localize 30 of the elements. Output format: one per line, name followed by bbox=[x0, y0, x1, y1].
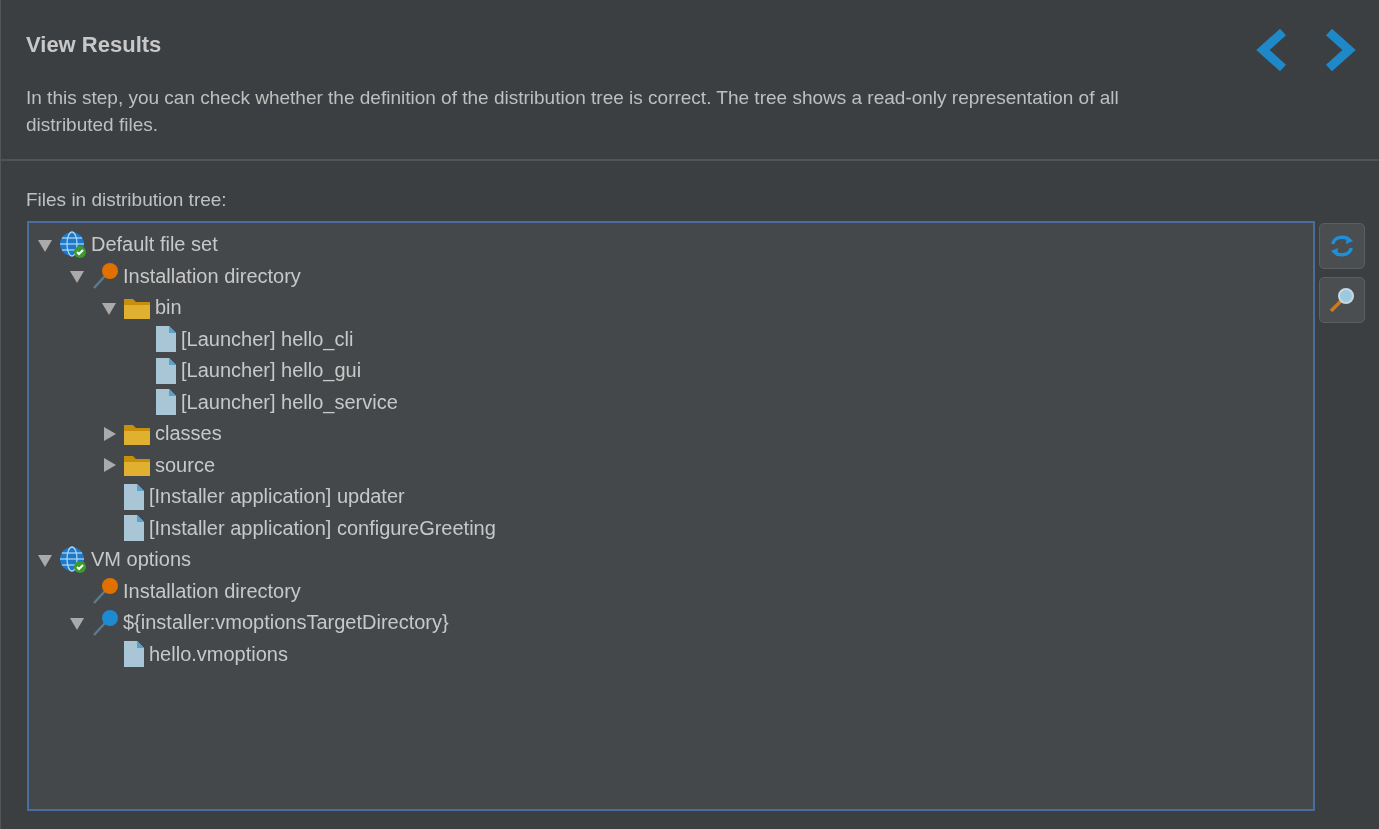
globe-icon bbox=[59, 545, 87, 574]
tree-item-label[interactable]: bin bbox=[155, 296, 182, 320]
tree-item-label[interactable]: ${installer:vmoptionsTargetDirectory} bbox=[123, 611, 449, 635]
description-text: In this step, you can check whether the definition of the distribution tree is correct. The tree shows a read-only representation of all distributed files. bbox=[26, 86, 1120, 137]
tree-item-label[interactable]: [Launcher] hello_service bbox=[181, 390, 398, 414]
tree-item-label[interactable]: [Installer application] configureGreeting bbox=[149, 516, 496, 540]
tree-item-label[interactable]: [Installer application] updater bbox=[149, 485, 405, 509]
tree-item-label[interactable]: Installation directory bbox=[123, 264, 301, 288]
file-icon bbox=[123, 514, 145, 543]
file-icon bbox=[155, 388, 177, 417]
file-icon bbox=[123, 482, 145, 511]
search-icon bbox=[1328, 286, 1356, 314]
tree-item-label[interactable]: Installation directory bbox=[123, 579, 301, 603]
tree-item-label[interactable]: classes bbox=[155, 422, 222, 446]
tree-item-label[interactable]: Default file set bbox=[91, 233, 218, 257]
folder-icon bbox=[123, 453, 151, 478]
globe-icon bbox=[59, 230, 87, 259]
page-title: View Results bbox=[26, 32, 163, 58]
file-icon bbox=[123, 640, 145, 669]
tree-item-label[interactable]: source bbox=[155, 453, 216, 477]
tree-item-label[interactable]: hello.vmoptions bbox=[149, 642, 288, 666]
file-icon bbox=[155, 356, 177, 385]
refresh-icon bbox=[1328, 234, 1356, 258]
refresh-button[interactable] bbox=[1319, 223, 1365, 269]
tree-item-label[interactable]: [Launcher] hello_gui bbox=[181, 359, 362, 383]
search-button[interactable] bbox=[1319, 277, 1365, 323]
file-icon bbox=[155, 325, 177, 354]
tree-label: Files in distribution tree: bbox=[26, 189, 228, 211]
tree-item-label[interactable]: VM options bbox=[91, 548, 192, 572]
tree-item-label[interactable]: [Launcher] hello_cli bbox=[181, 327, 354, 351]
